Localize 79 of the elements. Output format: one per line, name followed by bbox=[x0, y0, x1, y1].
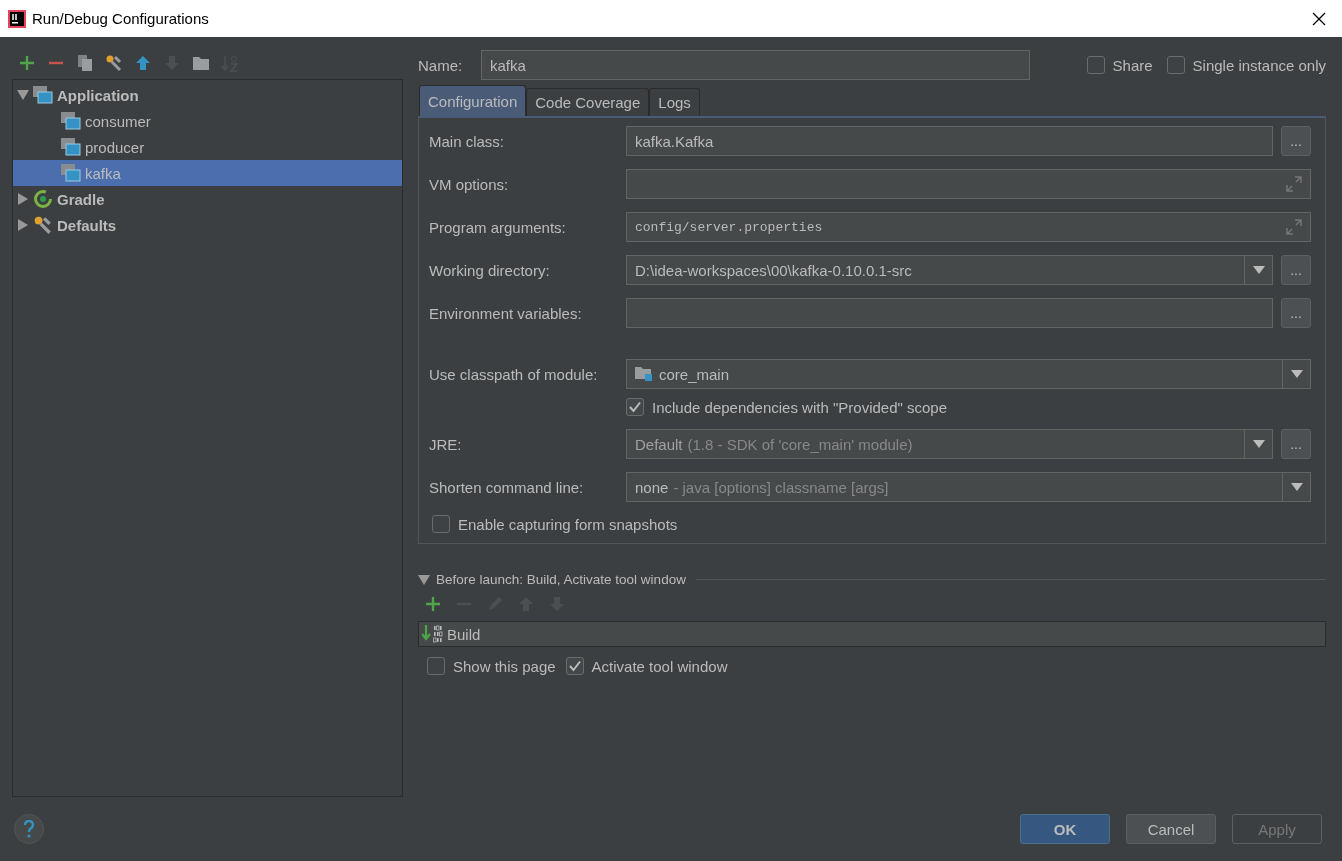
folder-icon bbox=[635, 366, 653, 382]
tab[interactable]: Configuration bbox=[419, 85, 527, 116]
tree-label: kafka bbox=[85, 164, 121, 182]
field-label: Use classpath of module: bbox=[429, 365, 599, 383]
build-icon bbox=[422, 624, 444, 644]
checkbox-label: Activate tool window bbox=[591, 657, 728, 675]
text-field[interactable]: kafka.Kafka bbox=[626, 126, 1273, 156]
expand-icon[interactable] bbox=[1286, 219, 1302, 235]
tree-label: Gradle bbox=[57, 190, 105, 208]
expand-arrow-icon[interactable] bbox=[17, 219, 29, 231]
dropdown-arrow-icon[interactable] bbox=[1252, 266, 1265, 274]
dropdown-arrow-icon[interactable] bbox=[1290, 483, 1303, 491]
field-label: VM options: bbox=[429, 175, 510, 193]
field-label: JRE: bbox=[429, 435, 463, 453]
collapse-arrow-icon[interactable] bbox=[418, 573, 430, 586]
checkbox-label: Show this page bbox=[453, 657, 556, 675]
folder-icon[interactable] bbox=[192, 54, 210, 72]
checkbox[interactable] bbox=[565, 657, 584, 675]
tree-item[interactable]: kafka bbox=[13, 160, 402, 186]
app-logo-icon bbox=[8, 9, 26, 28]
checkbox-label: Single instance only bbox=[1192, 56, 1326, 74]
help-icon bbox=[23, 820, 35, 838]
window-icon bbox=[61, 112, 81, 130]
tree-label: Defaults bbox=[57, 216, 117, 234]
window-icon bbox=[61, 164, 81, 182]
browse-button[interactable]: ... bbox=[1281, 298, 1311, 328]
dialog-button[interactable]: Cancel bbox=[1126, 814, 1216, 844]
ring-icon bbox=[33, 189, 53, 209]
field-label: Program arguments: bbox=[429, 218, 567, 236]
tree-item[interactable]: Gradle bbox=[13, 186, 402, 212]
combo-box[interactable]: none - java [options] classname [args] bbox=[626, 472, 1311, 502]
checkbox-label: Enable capturing form snapshots bbox=[458, 515, 678, 533]
checkbox-label: Include dependencies with "Provided" scope bbox=[652, 398, 947, 416]
wrench-icon bbox=[33, 215, 53, 235]
wrench-icon[interactable] bbox=[105, 54, 123, 72]
combo-box[interactable]: core_main bbox=[626, 359, 1311, 389]
tree-item[interactable]: producer bbox=[13, 134, 402, 160]
expand-arrow-icon[interactable] bbox=[17, 193, 29, 205]
checkbox-label: Share bbox=[1112, 56, 1153, 74]
text-field[interactable] bbox=[626, 169, 1311, 199]
dialog-button[interactable]: OK bbox=[1020, 814, 1110, 844]
text-field[interactable] bbox=[626, 298, 1273, 328]
tree-item[interactable]: Defaults bbox=[13, 212, 402, 238]
field-label: Main class: bbox=[429, 132, 506, 150]
add-icon[interactable] bbox=[424, 595, 442, 613]
text-field[interactable]: config/server.properties bbox=[626, 212, 1311, 242]
help-button[interactable] bbox=[14, 814, 44, 844]
window-icon bbox=[33, 86, 53, 104]
field-label: Shorten command line: bbox=[429, 478, 585, 496]
task-label[interactable]: Build bbox=[447, 625, 481, 643]
tab[interactable]: Logs bbox=[649, 88, 700, 116]
tree-label: producer bbox=[85, 138, 145, 156]
tab[interactable]: Code Coverage bbox=[526, 88, 650, 116]
add-icon[interactable] bbox=[18, 54, 36, 72]
close-icon[interactable] bbox=[1312, 11, 1326, 26]
name-field[interactable]: kafka bbox=[481, 50, 1030, 80]
collapse-arrow-icon[interactable] bbox=[17, 89, 29, 101]
tree-item[interactable]: Application bbox=[13, 82, 402, 108]
checkbox[interactable] bbox=[1166, 56, 1185, 74]
window-title: Run/Debug Configurations bbox=[32, 10, 209, 27]
tree-label: consumer bbox=[85, 112, 151, 130]
tree-label: Application bbox=[57, 86, 139, 104]
field-label: Environment variables: bbox=[429, 304, 583, 322]
field-label: Working directory: bbox=[429, 261, 551, 279]
tree-item[interactable]: consumer bbox=[13, 108, 402, 134]
checkbox[interactable] bbox=[1086, 56, 1105, 74]
arrow-up-icon[interactable] bbox=[134, 54, 152, 72]
browse-button[interactable]: ... bbox=[1281, 255, 1311, 285]
dropdown-arrow-icon[interactable] bbox=[1290, 370, 1303, 378]
window-icon bbox=[61, 138, 81, 156]
combo-box[interactable]: D:\idea-workspaces\00\kafka-0.10.0.1-src bbox=[626, 255, 1273, 285]
checkbox[interactable] bbox=[626, 398, 644, 416]
checkbox[interactable] bbox=[427, 657, 445, 675]
browse-button[interactable]: ... bbox=[1281, 126, 1311, 156]
expand-icon[interactable] bbox=[1286, 176, 1302, 192]
checkbox[interactable] bbox=[432, 515, 450, 533]
name-label: Name: bbox=[418, 56, 464, 74]
copy-icon[interactable] bbox=[76, 54, 94, 72]
section-title[interactable]: Before launch: Build, Activate tool window bbox=[436, 572, 686, 587]
